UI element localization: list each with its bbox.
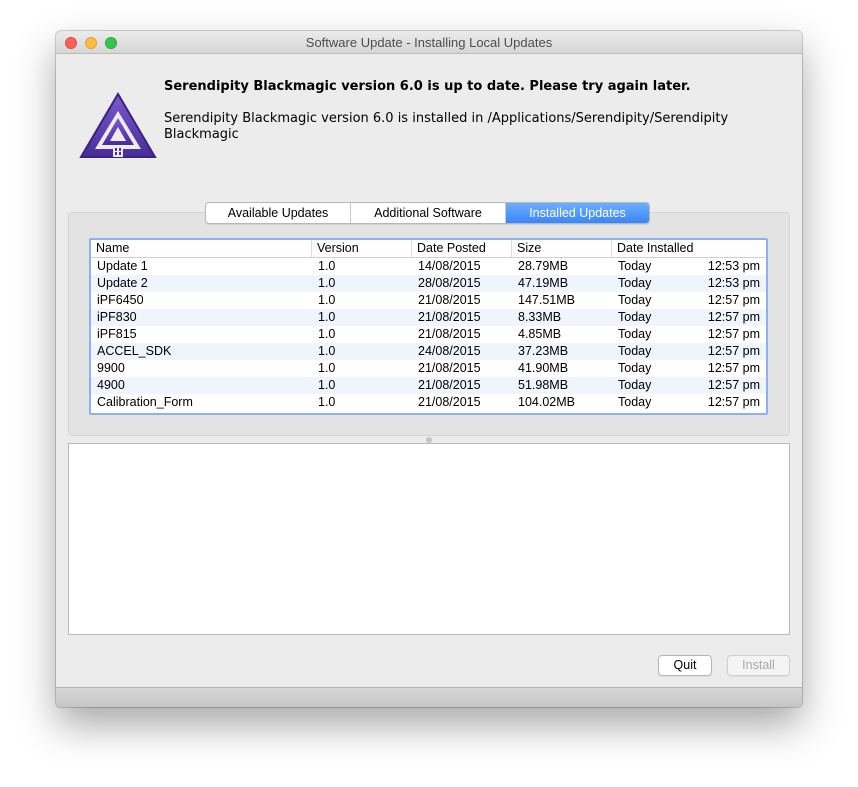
tab-installed-updates[interactable]: Installed Updates xyxy=(506,203,649,223)
cell-date-posted: 24/08/2015 xyxy=(418,344,481,358)
cell-name: Calibration_Form xyxy=(97,395,193,409)
column-header-size[interactable]: Size xyxy=(512,240,612,257)
column-header-name[interactable]: Name xyxy=(91,240,312,257)
cell-version: 1.0 xyxy=(318,293,336,307)
installed-time: 12:57 pm xyxy=(707,293,760,307)
table-body: Update 1 1.0 14/08/2015 28.79MB Today 12:… xyxy=(91,258,766,411)
tab-additional-software[interactable]: Additional Software xyxy=(351,203,506,223)
cell-date-posted: 21/08/2015 xyxy=(418,327,481,341)
cell-date-posted: 21/08/2015 xyxy=(418,361,481,375)
cell-date-installed: Today 12:57 pm xyxy=(612,377,766,394)
tab-available-updates[interactable]: Available Updates xyxy=(206,203,351,223)
cell-version: 1.0 xyxy=(318,310,336,324)
install-button[interactable]: Install xyxy=(727,655,790,676)
cell-name: Update 2 xyxy=(97,276,148,290)
table-row[interactable]: iPF830 1.0 21/08/2015 8.33MB Today 12:57 … xyxy=(91,309,766,326)
cell-name: iPF6450 xyxy=(97,293,144,307)
tab-bar: Available Updates Additional Software In… xyxy=(205,202,650,224)
cell-date-posted: 21/08/2015 xyxy=(418,293,481,307)
installed-time: 12:53 pm xyxy=(707,259,760,273)
table-row[interactable]: 4900 1.0 21/08/2015 51.98MB Today 12:57 p… xyxy=(91,377,766,394)
installed-time: 12:57 pm xyxy=(707,310,760,324)
installed-time: 12:57 pm xyxy=(707,361,760,375)
cell-date-installed: Today 12:57 pm xyxy=(612,292,766,309)
cell-name: 4900 xyxy=(97,378,125,392)
installed-time: 12:57 pm xyxy=(707,344,760,358)
installed-day: Today xyxy=(618,310,652,324)
installed-time: 12:57 pm xyxy=(707,327,760,341)
details-pane xyxy=(68,443,790,635)
installed-day: Today xyxy=(618,293,652,307)
cell-size: 41.90MB xyxy=(518,361,569,375)
installed-time: 12:57 pm xyxy=(707,395,760,409)
installed-updates-table[interactable]: Name Version Date Posted Size Date Insta… xyxy=(89,238,768,415)
install-path-text: Serendipity Blackmagic version 6.0 is in… xyxy=(164,111,729,142)
cell-date-posted: 21/08/2015 xyxy=(418,395,481,409)
cell-version: 1.0 xyxy=(318,276,336,290)
table-row[interactable]: 9900 1.0 21/08/2015 41.90MB Today 12:57 p… xyxy=(91,360,766,377)
installed-day: Today xyxy=(618,259,652,273)
cell-version: 1.0 xyxy=(318,395,336,409)
cell-date-posted: 28/08/2015 xyxy=(418,276,481,290)
table-row[interactable]: iPF815 1.0 21/08/2015 4.85MB Today 12:57 … xyxy=(91,326,766,343)
cell-name: ACCEL_SDK xyxy=(97,344,172,358)
cell-size: 147.51MB xyxy=(518,293,575,307)
cell-name: 9900 xyxy=(97,361,125,375)
cell-version: 1.0 xyxy=(318,344,336,358)
cell-date-installed: Today 12:53 pm xyxy=(612,275,766,292)
cell-name: iPF815 xyxy=(97,327,137,341)
installed-time: 12:57 pm xyxy=(707,378,760,392)
installed-day: Today xyxy=(618,361,652,375)
table-row[interactable]: Calibration_Form 1.0 21/08/2015 104.02MB… xyxy=(91,394,766,411)
window-title: Software Update - Installing Local Updat… xyxy=(305,35,553,50)
cell-date-installed: Today 12:57 pm xyxy=(612,360,766,377)
quit-button[interactable]: Quit xyxy=(658,655,712,676)
cell-size: 4.85MB xyxy=(518,327,562,341)
column-header-date-posted[interactable]: Date Posted xyxy=(412,240,512,257)
cell-size: 104.02MB xyxy=(518,395,575,409)
installed-day: Today xyxy=(618,395,652,409)
cell-name: iPF830 xyxy=(97,310,137,324)
cell-date-posted: 14/08/2015 xyxy=(418,259,481,273)
column-header-version[interactable]: Version xyxy=(312,240,412,257)
table-row[interactable]: ACCEL_SDK 1.0 24/08/2015 37.23MB Today 12… xyxy=(91,343,766,360)
table-header: Name Version Date Posted Size Date Insta… xyxy=(91,240,766,258)
column-header-date-installed[interactable]: Date Installed xyxy=(612,240,766,257)
installed-time: 12:53 pm xyxy=(707,276,760,290)
cell-date-installed: Today 12:53 pm xyxy=(612,258,766,275)
table-row[interactable]: Update 1 1.0 14/08/2015 28.79MB Today 12:… xyxy=(91,258,766,275)
table-row[interactable]: iPF6450 1.0 21/08/2015 147.51MB Today 12:… xyxy=(91,292,766,309)
cell-version: 1.0 xyxy=(318,378,336,392)
cell-date-posted: 21/08/2015 xyxy=(418,378,481,392)
cell-name: Update 1 xyxy=(97,259,148,273)
installed-day: Today xyxy=(618,327,652,341)
cell-size: 37.23MB xyxy=(518,344,569,358)
cell-date-installed: Today 12:57 pm xyxy=(612,394,766,411)
cell-version: 1.0 xyxy=(318,259,336,273)
status-headline: Serendipity Blackmagic version 6.0 is up… xyxy=(164,79,691,94)
software-update-window: Software Update - Installing Local Updat… xyxy=(56,31,802,707)
table-row[interactable]: Update 2 1.0 28/08/2015 47.19MB Today 12:… xyxy=(91,275,766,292)
cell-date-installed: Today 12:57 pm xyxy=(612,309,766,326)
title-bar[interactable]: Software Update - Installing Local Updat… xyxy=(56,31,802,54)
serendipity-logo-icon xyxy=(79,92,157,158)
cell-date-installed: Today 12:57 pm xyxy=(612,343,766,360)
cell-size: 47.19MB xyxy=(518,276,569,290)
installed-day: Today xyxy=(618,276,652,290)
cell-version: 1.0 xyxy=(318,361,336,375)
cell-date-installed: Today 12:57 pm xyxy=(612,326,766,343)
cell-date-posted: 21/08/2015 xyxy=(418,310,481,324)
cell-version: 1.0 xyxy=(318,327,336,341)
bottom-bar xyxy=(56,687,802,707)
cell-size: 8.33MB xyxy=(518,310,562,324)
installed-day: Today xyxy=(618,344,652,358)
cell-size: 51.98MB xyxy=(518,378,569,392)
cell-size: 28.79MB xyxy=(518,259,569,273)
installed-day: Today xyxy=(618,378,652,392)
